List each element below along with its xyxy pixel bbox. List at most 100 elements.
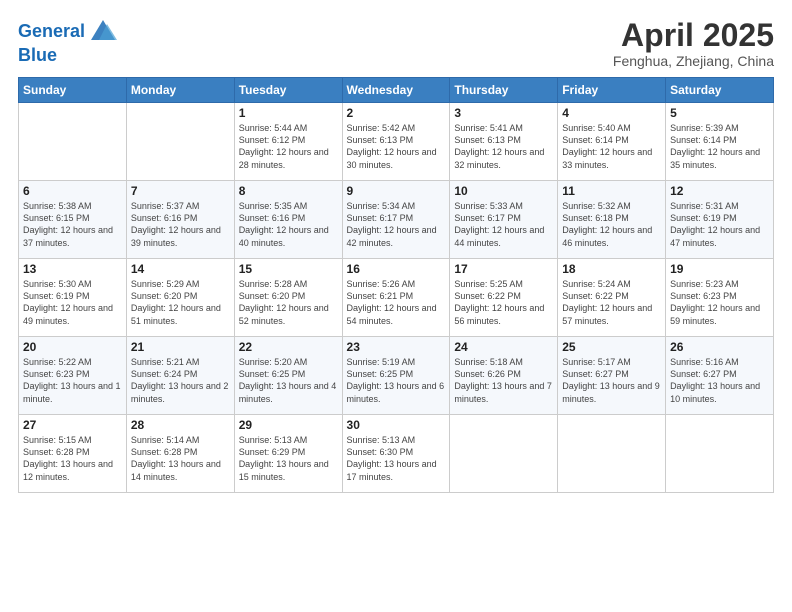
day-number: 9 <box>347 184 446 198</box>
calendar-cell: 6 Sunrise: 5:38 AM Sunset: 6:15 PM Daylig… <box>19 181 127 259</box>
day-header-thursday: Thursday <box>450 78 558 103</box>
calendar-cell <box>19 103 127 181</box>
day-info: Sunrise: 5:16 AM Sunset: 6:27 PM Dayligh… <box>670 356 769 405</box>
day-number: 28 <box>131 418 230 432</box>
day-info: Sunrise: 5:22 AM Sunset: 6:23 PM Dayligh… <box>23 356 122 405</box>
day-header-saturday: Saturday <box>666 78 774 103</box>
day-number: 23 <box>347 340 446 354</box>
day-number: 15 <box>239 262 338 276</box>
day-number: 26 <box>670 340 769 354</box>
calendar-cell: 9 Sunrise: 5:34 AM Sunset: 6:17 PM Daylig… <box>342 181 450 259</box>
calendar-cell: 19 Sunrise: 5:23 AM Sunset: 6:23 PM Dayli… <box>666 259 774 337</box>
calendar-cell: 8Sunrise: 5:35 AM Sunset: 6:16 PM Daylig… <box>234 181 342 259</box>
logo-blue-text: Blue <box>18 46 57 66</box>
calendar-cell: 4 Sunrise: 5:40 AM Sunset: 6:14 PM Daylig… <box>558 103 666 181</box>
calendar-cell <box>126 103 234 181</box>
day-header-friday: Friday <box>558 78 666 103</box>
day-number: 25 <box>562 340 661 354</box>
calendar-cell: 2 Sunrise: 5:42 AM Sunset: 6:13 PM Daylig… <box>342 103 450 181</box>
day-info: Sunrise: 5:21 AM Sunset: 6:24 PM Dayligh… <box>131 356 230 405</box>
day-info: Sunrise: 5:24 AM Sunset: 6:22 PM Dayligh… <box>562 278 661 327</box>
calendar-cell <box>666 415 774 493</box>
logo-icon <box>89 18 117 46</box>
day-number: 17 <box>454 262 553 276</box>
calendar-header-row: SundayMondayTuesdayWednesdayThursdayFrid… <box>19 78 774 103</box>
day-number: 6 <box>23 184 122 198</box>
calendar-cell: 17 Sunrise: 5:25 AM Sunset: 6:22 PM Dayli… <box>450 259 558 337</box>
day-header-wednesday: Wednesday <box>342 78 450 103</box>
calendar-cell: 7 Sunrise: 5:37 AM Sunset: 6:16 PM Daylig… <box>126 181 234 259</box>
week-row-1: 1 Sunrise: 5:44 AM Sunset: 6:12 PM Daylig… <box>19 103 774 181</box>
page: General Blue April 2025 Fenghua, Zhejian… <box>0 0 792 612</box>
calendar-cell: 12Sunrise: 5:31 AM Sunset: 6:19 PM Dayli… <box>666 181 774 259</box>
calendar-cell: 18Sunrise: 5:24 AM Sunset: 6:22 PM Dayli… <box>558 259 666 337</box>
day-info: Sunrise: 5:30 AM Sunset: 6:19 PM Dayligh… <box>23 278 122 327</box>
calendar-cell: 23Sunrise: 5:19 AM Sunset: 6:25 PM Dayli… <box>342 337 450 415</box>
logo-text: General <box>18 22 85 42</box>
calendar-cell: 10Sunrise: 5:33 AM Sunset: 6:17 PM Dayli… <box>450 181 558 259</box>
day-info: Sunrise: 5:13 AM Sunset: 6:29 PM Dayligh… <box>239 434 338 483</box>
calendar-cell: 11Sunrise: 5:32 AM Sunset: 6:18 PM Dayli… <box>558 181 666 259</box>
calendar-cell: 20 Sunrise: 5:22 AM Sunset: 6:23 PM Dayli… <box>19 337 127 415</box>
calendar-cell: 5Sunrise: 5:39 AM Sunset: 6:14 PM Daylig… <box>666 103 774 181</box>
day-number: 2 <box>347 106 446 120</box>
day-number: 24 <box>454 340 553 354</box>
calendar-cell <box>558 415 666 493</box>
calendar-cell: 16 Sunrise: 5:26 AM Sunset: 6:21 PM Dayli… <box>342 259 450 337</box>
calendar-cell <box>450 415 558 493</box>
day-number: 11 <box>562 184 661 198</box>
day-header-tuesday: Tuesday <box>234 78 342 103</box>
day-info: Sunrise: 5:25 AM Sunset: 6:22 PM Dayligh… <box>454 278 553 327</box>
day-number: 1 <box>239 106 338 120</box>
calendar-cell: 29Sunrise: 5:13 AM Sunset: 6:29 PM Dayli… <box>234 415 342 493</box>
day-info: Sunrise: 5:26 AM Sunset: 6:21 PM Dayligh… <box>347 278 446 327</box>
day-info: Sunrise: 5:40 AM Sunset: 6:14 PM Dayligh… <box>562 122 661 171</box>
calendar-cell: 14Sunrise: 5:29 AM Sunset: 6:20 PM Dayli… <box>126 259 234 337</box>
day-info: Sunrise: 5:15 AM Sunset: 6:28 PM Dayligh… <box>23 434 122 483</box>
calendar-title: April 2025 <box>613 18 774 53</box>
day-number: 16 <box>347 262 446 276</box>
day-number: 4 <box>562 106 661 120</box>
calendar-cell: 21 Sunrise: 5:21 AM Sunset: 6:24 PM Dayli… <box>126 337 234 415</box>
day-info: Sunrise: 5:28 AM Sunset: 6:20 PM Dayligh… <box>239 278 338 327</box>
day-number: 13 <box>23 262 122 276</box>
calendar-cell: 27Sunrise: 5:15 AM Sunset: 6:28 PM Dayli… <box>19 415 127 493</box>
day-info: Sunrise: 5:41 AM Sunset: 6:13 PM Dayligh… <box>454 122 553 171</box>
calendar-cell: 25Sunrise: 5:17 AM Sunset: 6:27 PM Dayli… <box>558 337 666 415</box>
day-info: Sunrise: 5:34 AM Sunset: 6:17 PM Dayligh… <box>347 200 446 249</box>
day-info: Sunrise: 5:44 AM Sunset: 6:12 PM Dayligh… <box>239 122 338 171</box>
day-number: 10 <box>454 184 553 198</box>
logo: General Blue <box>18 18 117 66</box>
day-info: Sunrise: 5:18 AM Sunset: 6:26 PM Dayligh… <box>454 356 553 405</box>
day-number: 30 <box>347 418 446 432</box>
day-number: 19 <box>670 262 769 276</box>
calendar-cell: 26 Sunrise: 5:16 AM Sunset: 6:27 PM Dayli… <box>666 337 774 415</box>
day-info: Sunrise: 5:29 AM Sunset: 6:20 PM Dayligh… <box>131 278 230 327</box>
day-info: Sunrise: 5:35 AM Sunset: 6:16 PM Dayligh… <box>239 200 338 249</box>
day-info: Sunrise: 5:37 AM Sunset: 6:16 PM Dayligh… <box>131 200 230 249</box>
day-info: Sunrise: 5:14 AM Sunset: 6:28 PM Dayligh… <box>131 434 230 483</box>
day-number: 3 <box>454 106 553 120</box>
calendar-cell: 28 Sunrise: 5:14 AM Sunset: 6:28 PM Dayli… <box>126 415 234 493</box>
day-header-sunday: Sunday <box>19 78 127 103</box>
calendar-cell: 30 Sunrise: 5:13 AM Sunset: 6:30 PM Dayli… <box>342 415 450 493</box>
calendar-subtitle: Fenghua, Zhejiang, China <box>613 53 774 69</box>
calendar-cell: 15 Sunrise: 5:28 AM Sunset: 6:20 PM Dayli… <box>234 259 342 337</box>
calendar-cell: 13 Sunrise: 5:30 AM Sunset: 6:19 PM Dayli… <box>19 259 127 337</box>
calendar-cell: 3 Sunrise: 5:41 AM Sunset: 6:13 PM Daylig… <box>450 103 558 181</box>
day-info: Sunrise: 5:13 AM Sunset: 6:30 PM Dayligh… <box>347 434 446 483</box>
day-info: Sunrise: 5:31 AM Sunset: 6:19 PM Dayligh… <box>670 200 769 249</box>
week-row-3: 13 Sunrise: 5:30 AM Sunset: 6:19 PM Dayli… <box>19 259 774 337</box>
calendar-table: SundayMondayTuesdayWednesdayThursdayFrid… <box>18 77 774 493</box>
day-header-monday: Monday <box>126 78 234 103</box>
day-info: Sunrise: 5:23 AM Sunset: 6:23 PM Dayligh… <box>670 278 769 327</box>
title-block: April 2025 Fenghua, Zhejiang, China <box>613 18 774 69</box>
header: General Blue April 2025 Fenghua, Zhejian… <box>18 18 774 69</box>
day-number: 21 <box>131 340 230 354</box>
day-number: 22 <box>239 340 338 354</box>
day-number: 20 <box>23 340 122 354</box>
day-info: Sunrise: 5:42 AM Sunset: 6:13 PM Dayligh… <box>347 122 446 171</box>
day-info: Sunrise: 5:38 AM Sunset: 6:15 PM Dayligh… <box>23 200 122 249</box>
day-number: 7 <box>131 184 230 198</box>
calendar-cell: 22Sunrise: 5:20 AM Sunset: 6:25 PM Dayli… <box>234 337 342 415</box>
